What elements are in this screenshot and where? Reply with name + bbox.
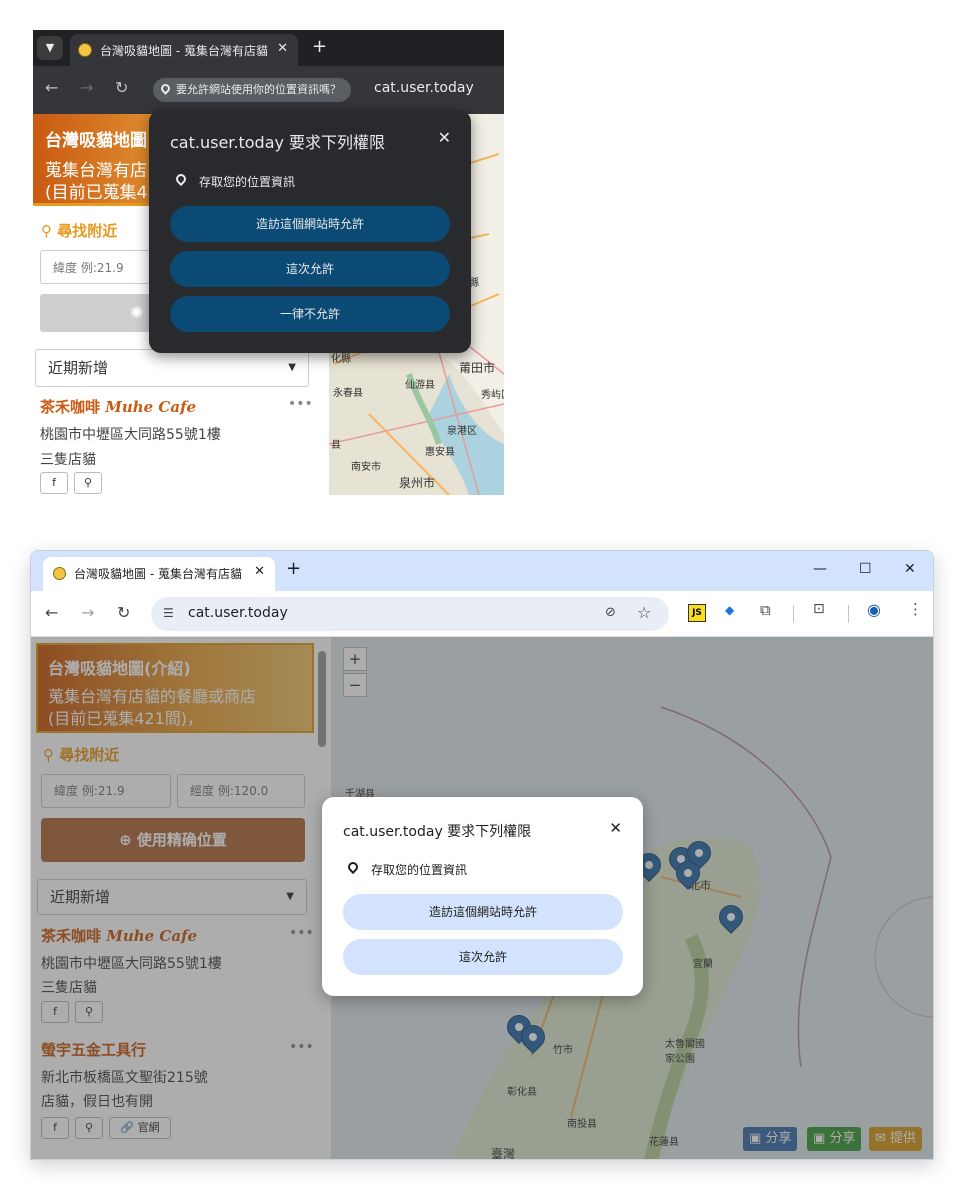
omnibox[interactable]: ☰ cat.user.today ⊘ ☆ bbox=[151, 597, 669, 631]
dialog-title: cat.user.today 要求下列權限 bbox=[170, 133, 386, 152]
back-icon[interactable]: ← bbox=[45, 78, 58, 97]
tab-search-button[interactable]: ▼ bbox=[37, 36, 63, 60]
location-pin-icon bbox=[159, 82, 172, 95]
url-text[interactable]: cat.user.today bbox=[374, 80, 474, 96]
minimize-button[interactable]: — bbox=[813, 561, 827, 577]
tab-title: 台灣吸貓地圖 - 蒐集台灣有店貓 bbox=[74, 567, 242, 581]
allow-always-button[interactable]: 造訪這個網站時允許 bbox=[170, 206, 450, 242]
allow-always-button[interactable]: 造訪這個網站時允許 bbox=[343, 894, 623, 930]
location-blocked-icon[interactable]: ⊘ bbox=[605, 605, 616, 620]
map-label: 县 bbox=[331, 440, 341, 451]
location-pin-icon: ⚲ bbox=[41, 222, 52, 240]
reload-icon[interactable]: ↻ bbox=[117, 603, 130, 622]
tab-active[interactable]: 台灣吸貓地圖 - 蒐集台灣有店貓 ✕ bbox=[70, 34, 298, 66]
map-label: 秀屿区 bbox=[481, 390, 504, 401]
dark-browser-screenshot: ▼ 台灣吸貓地圖 - 蒐集台灣有店貓 ✕ + ← → ↻ 要允許網站使用你的位置… bbox=[33, 30, 504, 495]
spinner-icon: ✺ bbox=[130, 303, 144, 322]
sort-select-value: 近期新增 bbox=[48, 359, 109, 377]
extensions-puzzle-icon[interactable]: ⧉ bbox=[760, 601, 771, 619]
tab-active[interactable]: 台灣吸貓地圖 - 蒐集台灣有店貓 ✕ bbox=[43, 557, 275, 591]
location-pin-icon: ⚲ bbox=[83, 476, 93, 489]
allow-once-button[interactable]: 這次允許 bbox=[170, 251, 450, 287]
allow-once-button[interactable]: 這次允許 bbox=[343, 939, 623, 975]
facebook-icon: f bbox=[52, 476, 56, 489]
tab-close-icon[interactable]: ✕ bbox=[254, 564, 265, 579]
close-icon[interactable]: ✕ bbox=[438, 128, 451, 147]
facebook-button[interactable]: f bbox=[40, 472, 68, 494]
location-pin-icon bbox=[173, 171, 189, 187]
cat-favicon-icon bbox=[53, 567, 66, 580]
forward-icon[interactable]: → bbox=[80, 78, 93, 97]
tab-close-icon[interactable]: ✕ bbox=[277, 41, 288, 56]
cat-favicon-icon bbox=[78, 43, 92, 57]
shop-address: 桃園市中壢區大同路55號1樓 bbox=[40, 427, 221, 443]
shop-name[interactable]: 茶禾咖啡 Muhe Cafe bbox=[40, 396, 196, 417]
dialog-permission: 存取您的位置資訊 bbox=[199, 175, 296, 189]
new-tab-button[interactable]: + bbox=[286, 558, 301, 579]
light-browser-screenshot: 台灣吸貓地圖 - 蒐集台灣有店貓 ✕ + — ☐ ✕ ← → ↻ ☰ cat.u… bbox=[30, 550, 934, 1160]
chevron-down-icon: ▼ bbox=[45, 41, 55, 54]
map-pin-button[interactable]: ⚲ bbox=[74, 472, 102, 494]
permission-dialog: cat.user.today 要求下列權限 ✕ 存取您的位置資訊 造訪這個網站時… bbox=[322, 797, 643, 996]
forward-icon[interactable]: → bbox=[81, 603, 94, 622]
bookmark-star-icon[interactable]: ☆ bbox=[637, 603, 651, 622]
dialog-permission: 存取您的位置資訊 bbox=[371, 863, 468, 877]
toolbar: ← → ↻ 要允許網站使用你的位置資訊嗎？ cat.user.today bbox=[33, 66, 504, 114]
dialog-title: cat.user.today 要求下列權限 bbox=[343, 824, 532, 840]
map-label: 南安市 bbox=[351, 462, 381, 473]
shop-cats: 三隻店貓 bbox=[40, 452, 96, 468]
new-tab-button[interactable]: + bbox=[312, 36, 327, 57]
back-icon[interactable]: ← bbox=[45, 603, 58, 622]
map-label: 泉州市 bbox=[399, 476, 436, 490]
location-permission-chip[interactable]: 要允許網站使用你的位置資訊嗎？ bbox=[153, 78, 351, 102]
nearby-heading: ⚲ 尋找附近 bbox=[41, 222, 118, 240]
tab-strip: 台灣吸貓地圖 - 蒐集台灣有店貓 ✕ + — ☐ ✕ bbox=[31, 551, 933, 591]
web-page: 台灣吸貓地圖(介紹) 蒐集台灣有店貓的餐廳或商店 (目前已蒐集421間)， ⚲ … bbox=[31, 637, 933, 1159]
close-icon[interactable]: ✕ bbox=[609, 819, 622, 837]
more-icon[interactable]: ••• bbox=[288, 396, 313, 412]
menu-kebab-icon[interactable]: ⋮ bbox=[908, 600, 923, 618]
toolbar-divider bbox=[793, 605, 794, 623]
toolbar-divider bbox=[848, 605, 849, 623]
site-settings-icon[interactable]: ☰ bbox=[163, 606, 174, 620]
map-label: 仙游县 bbox=[405, 380, 435, 391]
toolbar: ← → ↻ ☰ cat.user.today ⊘ ☆ bbox=[31, 591, 933, 637]
map-label: 惠安县 bbox=[425, 447, 455, 458]
profile-avatar-icon[interactable]: ◉ bbox=[867, 600, 881, 619]
sort-select[interactable]: 近期新增 ▼ bbox=[35, 349, 309, 387]
reading-mode-icon[interactable]: ⊡ bbox=[813, 601, 825, 617]
map-label: 永春县 bbox=[333, 388, 363, 399]
close-window-button[interactable]: ✕ bbox=[904, 561, 916, 577]
js-extension-icon[interactable]: JS bbox=[688, 604, 706, 622]
banner-line3: (目前已蒐集4 bbox=[45, 183, 148, 203]
tab-strip: ▼ 台灣吸貓地圖 - 蒐集台灣有店貓 ✕ + bbox=[33, 30, 504, 66]
tab-title: 台灣吸貓地圖 - 蒐集台灣有店貓 bbox=[100, 44, 268, 58]
banner-title: 台灣吸貓地圖 bbox=[45, 131, 147, 151]
permission-dialog: cat.user.today 要求下列權限 ✕ 存取您的位置資訊 造訪這個網站時… bbox=[149, 110, 471, 353]
location-pin-icon bbox=[345, 859, 361, 875]
map-label: 泉港区 bbox=[447, 426, 477, 437]
caret-down-icon: ▼ bbox=[288, 362, 296, 373]
extension-tag-icon[interactable]: ◆ bbox=[725, 603, 734, 617]
maximize-button[interactable]: ☐ bbox=[859, 561, 872, 577]
url-text: cat.user.today bbox=[188, 605, 288, 621]
reload-icon[interactable]: ↻ bbox=[115, 78, 128, 97]
map-label: 莆田市 bbox=[459, 361, 496, 375]
never-allow-button[interactable]: 一律不允許 bbox=[170, 296, 450, 332]
location-chip-text: 要允許網站使用你的位置資訊嗎？ bbox=[176, 83, 341, 96]
